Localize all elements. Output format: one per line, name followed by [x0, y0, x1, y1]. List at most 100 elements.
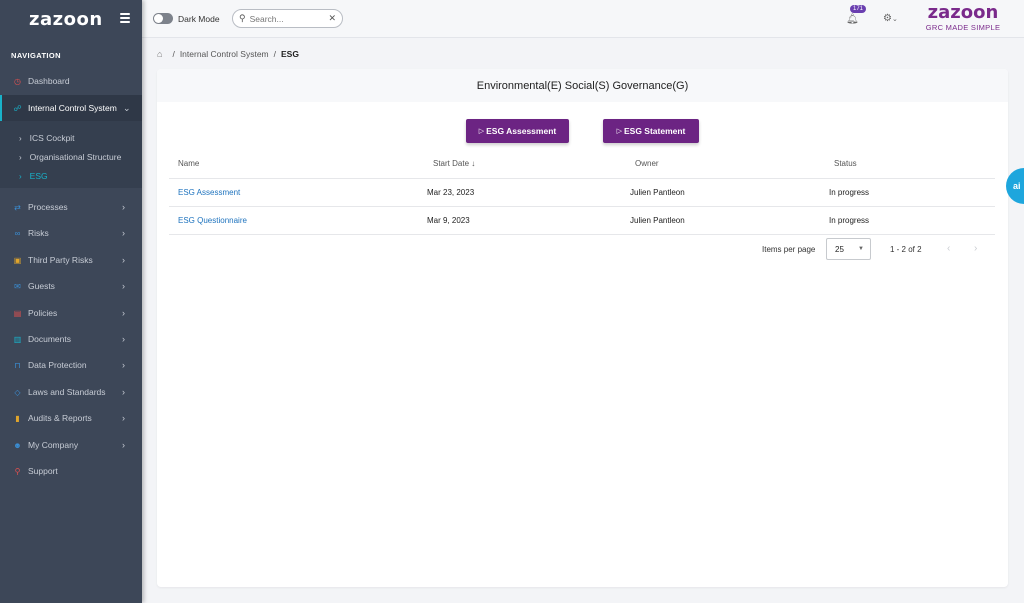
sidebar-item-label: Risks [28, 228, 49, 238]
chevron-right-icon: › [122, 334, 125, 344]
submenu-item-esg[interactable]: › ESG [19, 171, 48, 181]
row-owner: Julien Pantleon [630, 216, 685, 225]
sidebar-item-my-company[interactable]: ☻ My Company › [0, 432, 142, 458]
header-logo[interactable]: zazoon [922, 4, 1004, 22]
submenu-item-label: ESG [29, 171, 48, 181]
breadcrumb: ⌂ / Internal Control System / ESG [157, 49, 299, 59]
submenu-item-label: ICS Cockpit [29, 133, 75, 143]
clear-search-icon[interactable]: ✕ [328, 13, 336, 24]
sidebar-item-label: Third Party Risks [28, 255, 93, 265]
chevron-right-icon: › [122, 413, 125, 423]
column-header-start-date[interactable]: Start Date ↓ [433, 159, 475, 168]
sidebar-item-label: Laws and Standards [28, 387, 106, 397]
table-divider [169, 178, 995, 179]
sidebar-item-risks[interactable]: ∞ Risks › [0, 220, 142, 246]
sidebar-item-label: Processes [28, 202, 68, 212]
package-icon: ▣ [13, 255, 22, 265]
sidebar-item-label: Dashboard [28, 76, 70, 86]
sort-arrow-down-icon: ↓ [471, 159, 476, 168]
sidebar-item-label: Audits & Reports [28, 413, 92, 423]
sidebar-item-data-protection[interactable]: ⊓ Data Protection › [0, 352, 142, 378]
sidebar-item-processes[interactable]: ⇄ Processes › [0, 194, 142, 220]
chevron-right-icon: › [122, 255, 125, 265]
header-tagline: GRC MADE SIMPLE [925, 23, 1001, 32]
sidebar-item-label: Support [28, 466, 58, 476]
breadcrumb-current: ESG [281, 49, 299, 59]
esg-card: Environmental(E) Social(S) Governance(G)… [157, 69, 1008, 587]
home-icon[interactable]: ⌂ [157, 49, 162, 59]
table-divider [169, 234, 995, 235]
previous-page-icon[interactable]: ‹ [947, 243, 950, 254]
row-start-date: Mar 23, 2023 [427, 188, 475, 197]
settings-gear-icon[interactable]: ⚙⌄ [883, 13, 898, 24]
dark-mode-label: Dark Mode [178, 14, 220, 24]
column-header-status[interactable]: Status [834, 159, 857, 168]
ai-assistant-tab[interactable]: ai [1006, 168, 1024, 204]
sidebar-item-label: My Company [28, 440, 79, 450]
chevron-right-icon: › [122, 440, 125, 450]
sidebar-item-internal-control-system[interactable]: ☍ Internal Control System ⌄ [0, 95, 142, 121]
row-owner: Julien Pantleon [630, 188, 685, 197]
hamburger-menu-icon[interactable] [120, 13, 130, 23]
column-header-label: Start Date [433, 159, 470, 168]
mail-icon: ✉ [14, 281, 21, 291]
sidebar-item-label: Data Protection [28, 360, 87, 370]
ai-label: ai [1013, 181, 1021, 191]
sidebar-item-label: Policies [28, 308, 58, 318]
search-input[interactable] [249, 13, 320, 24]
breadcrumb-separator: / [273, 49, 277, 59]
dark-mode-toggle[interactable] [153, 13, 173, 24]
row-name-link[interactable]: ESG Assessment [178, 188, 240, 197]
button-label: ESG Assessment [486, 126, 557, 136]
sidebar-item-guests[interactable]: ✉ Guests › [0, 273, 142, 299]
column-header-name[interactable]: Name [178, 159, 199, 168]
row-status: In progress [829, 216, 870, 225]
table-divider [169, 206, 995, 207]
chevron-right-icon: › [122, 228, 125, 238]
submenu-item-ics-cockpit[interactable]: › ICS Cockpit [19, 133, 75, 143]
row-name-link[interactable]: ESG Questionnaire [178, 216, 247, 225]
dropdown-caret-icon: ▼ [858, 246, 864, 252]
bell-icon[interactable]: 🔔︎ [846, 14, 859, 25]
pagination-range: 1 - 2 of 2 [890, 245, 922, 254]
sidebar-item-audits-reports[interactable]: ▮ Audits & Reports › [0, 405, 142, 431]
topbar: Dark Mode ⚲ ✕ 171 🔔︎ ⚙⌄ zazoon GRC MADE … [142, 0, 1024, 38]
submenu: › ICS Cockpit › Organisational Structure… [0, 121, 142, 188]
items-per-page-label: Items per page [762, 245, 816, 254]
support-icon: ⚲ [14, 466, 21, 476]
sidebar-item-third-party-risks[interactable]: ▣ Third Party Risks › [0, 247, 142, 273]
sidebar-item-policies[interactable]: ▤ Policies › [0, 300, 142, 326]
sidebar-item-laws-and-standards[interactable]: ◇ Laws and Standards › [0, 379, 142, 405]
chevron-right-icon: › [19, 133, 22, 143]
chevron-right-icon: › [122, 387, 125, 397]
processes-icon: ⇄ [14, 202, 21, 212]
bar-chart-icon: ▮ [15, 413, 20, 423]
chevron-right-icon: › [19, 171, 22, 181]
card-header: Environmental(E) Social(S) Governance(G) [157, 69, 1008, 102]
play-icon: ▷ [616, 128, 622, 135]
sidebar-item-dashboard[interactable]: ◷ Dashboard [0, 68, 142, 94]
chevron-down-icon: ⌄ [123, 102, 131, 113]
esg-statement-button[interactable]: ▷ ESG Statement [603, 119, 699, 143]
dashboard-icon: ◷ [14, 76, 21, 86]
page-size-select[interactable]: 25 ▼ [826, 238, 871, 260]
nav-title: NAVIGATION [11, 51, 61, 60]
lock-icon: ⊓ [14, 360, 21, 370]
play-icon: ▷ [478, 128, 485, 135]
brand-logo[interactable]: zazoon [29, 9, 103, 30]
sidebar-item-support[interactable]: ⚲ Support [0, 458, 142, 484]
breadcrumb-parent[interactable]: Internal Control System [180, 49, 269, 59]
chevron-right-icon: › [122, 360, 125, 370]
esg-assessment-button[interactable]: ▷ ESG Assessment [466, 119, 569, 143]
document-icon: ▥ [13, 334, 22, 344]
button-label: ESG Statement [623, 126, 686, 136]
policy-icon: ▤ [13, 308, 22, 318]
next-page-icon[interactable]: › [974, 243, 977, 254]
sidebar-item-label: Documents [28, 334, 71, 344]
sidebar-item-documents[interactable]: ▥ Documents › [0, 326, 142, 352]
column-header-owner[interactable]: Owner [635, 159, 659, 168]
sidebar-item-label: Internal Control System [28, 103, 117, 113]
search-icon: ⚲ [239, 13, 246, 23]
risks-icon: ∞ [14, 228, 21, 238]
submenu-item-organisational-structure[interactable]: › Organisational Structure [19, 152, 121, 162]
